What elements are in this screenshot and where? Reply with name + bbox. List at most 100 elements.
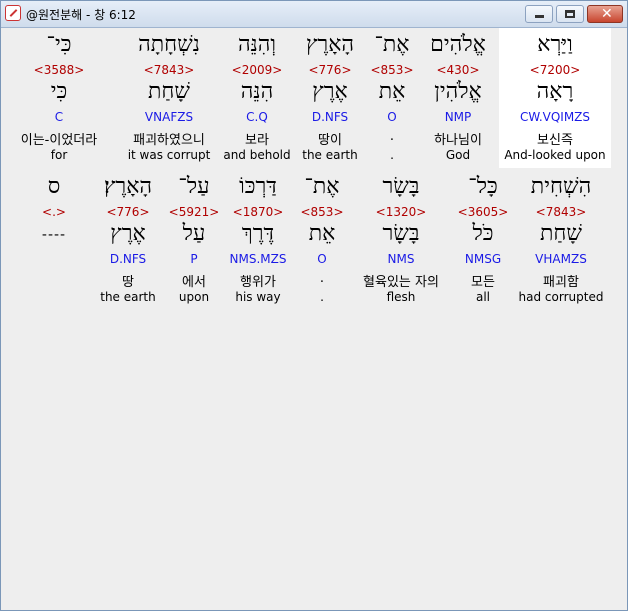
strong-number[interactable]: <430> — [419, 63, 497, 77]
english-gloss: the earth — [302, 148, 358, 162]
strong-number[interactable]: <2009> — [219, 63, 295, 77]
morphology-code: VHAMZS — [535, 252, 587, 266]
korean-gloss: . — [319, 271, 325, 286]
korean-gloss: 에서 — [182, 275, 206, 290]
word-column-highlighted[interactable]: וַיַּרְא <7200> רָאָה CW.VQIMZS 보신즉 And-… — [499, 28, 611, 168]
english-gloss: And-looked upon — [504, 148, 606, 162]
hebrew-word: ס — [47, 174, 61, 199]
strong-number[interactable]: <3588> — [5, 63, 113, 77]
window-title: @원전분해 - 창 6:12 — [26, 8, 136, 22]
hebrew-lemma: דֶּרֶךְ — [241, 221, 275, 246]
korean-gloss: . — [389, 129, 395, 144]
morphology-code: O — [387, 110, 397, 124]
hebrew-word: וַיַּרְא — [537, 32, 573, 57]
hebrew-lemma: בָּשָׂר — [382, 221, 420, 246]
hebrew-word: כִּי־ — [46, 32, 72, 57]
word-column[interactable]: הָאָרֶץ׃ <776> אֶרֶץ D.NFS 땅 the earth — [91, 170, 165, 310]
word-column[interactable]: כָּל־ <3605> כֹּל NMSG 모든 all — [453, 170, 513, 310]
word-column[interactable]: עַל־ <5921> עַל P 에서 upon — [167, 170, 221, 310]
morphology-code: CW.VQIMZS — [519, 110, 591, 124]
english-gloss: . — [320, 290, 324, 304]
hebrew-word: אֶת־ — [304, 174, 340, 199]
strong-number[interactable]: <3605> — [453, 205, 513, 219]
morphology-code: C.Q — [246, 110, 268, 124]
strong-number[interactable]: <1870> — [223, 205, 293, 219]
hebrew-word: בָּשָׂר — [382, 174, 420, 199]
korean-gloss: 혈육있는 자의 — [363, 275, 439, 290]
word-column[interactable]: וְהִנֵּה <2009> הִנֵּה C.Q 보라 and behold — [219, 28, 295, 168]
hebrew-word: אֶת־ — [374, 32, 410, 57]
word-column[interactable]: הָאָרֶץ <776> אֶרֶץ D.NFS 땅이 the earth — [297, 28, 363, 168]
minimize-button[interactable] — [525, 5, 553, 23]
morphology-code: NMS — [387, 252, 415, 266]
korean-gloss: 패괴함 — [543, 275, 579, 290]
strong-number[interactable]: <853> — [295, 205, 349, 219]
english-gloss: . — [390, 148, 394, 162]
analysis-panel: וַיַּרְא <7200> רָאָה CW.VQIMZS 보신즉 And-… — [5, 28, 621, 606]
korean-gloss: 패괴하였으니 — [133, 133, 205, 148]
morphology-code: D.NFS — [311, 110, 349, 124]
hebrew-word: דַּרְכּוֹ — [239, 174, 277, 199]
korean-gloss: 땅 — [122, 275, 134, 290]
hebrew-lemma: הִנֵּה — [240, 79, 274, 104]
hebrew-lemma: אֶרֶץ — [110, 221, 146, 246]
word-column[interactable]: נִשְׁחָתָה <7843> שָׁחַת VNAFZS 패괴하였으니 i… — [119, 28, 219, 168]
hebrew-word: הָאָרֶץ׃ — [103, 174, 153, 199]
hebrew-lemma: עַל — [182, 221, 206, 246]
close-button[interactable]: ✕ — [587, 5, 623, 23]
maximize-icon — [565, 10, 575, 18]
hebrew-lemma: אֶרֶץ — [312, 79, 348, 104]
maximize-button[interactable] — [556, 5, 584, 23]
strong-number[interactable]: <776> — [297, 63, 363, 77]
morphology-code: NMSG — [464, 252, 502, 266]
word-column[interactable]: בָּשָׂר <1320> בָּשָׂר NMS 혈육있는 자의 flesh — [351, 170, 451, 310]
word-column[interactable]: כִּי־ <3588> כִּי C 이는-이었더라 for — [5, 28, 113, 168]
app-window: @원전분해 - 창 6:12 ✕ וַיַּרְא <7200> רָאָה C… — [0, 0, 628, 611]
strong-number[interactable]: <853> — [365, 63, 419, 77]
strong-number[interactable]: <5921> — [167, 205, 221, 219]
word-column[interactable]: דַּרְכּוֹ <1870> דֶּרֶךְ NMS.MZS 행위가 his… — [223, 170, 293, 310]
hebrew-word: כָּל־ — [468, 174, 498, 199]
hebrew-word: נִשְׁחָתָה — [138, 32, 200, 57]
word-column[interactable]: אֶת־ <853> אֵת O . . — [295, 170, 349, 310]
hebrew-lemma: רָאָה — [536, 79, 574, 104]
korean-gloss: 하나님이 — [434, 133, 482, 148]
korean-gloss: 모든 — [471, 275, 495, 290]
word-column[interactable]: ס <.> ---- — [29, 170, 79, 310]
word-column[interactable]: הִשְׁחִית <7843> שָׁחַת VHAMZS 패괴함 had c… — [513, 170, 609, 310]
english-gloss: it was corrupt — [127, 148, 211, 162]
morphology-code: NMP — [444, 110, 472, 124]
word-column[interactable]: אֶת־ <853> אֵת O . . — [365, 28, 419, 168]
english-gloss: upon — [178, 290, 210, 304]
korean-gloss: 행위가 — [240, 275, 276, 290]
english-gloss: for — [50, 148, 68, 162]
english-gloss: God — [445, 148, 471, 162]
korean-gloss: 보신즉 — [537, 133, 573, 148]
hebrew-word: אֱלֹהִים — [430, 32, 486, 57]
strong-number[interactable]: <7843> — [119, 63, 219, 77]
korean-gloss: 땅이 — [318, 133, 342, 148]
strong-number[interactable]: <7200> — [499, 63, 611, 77]
english-gloss: flesh — [386, 290, 416, 304]
hebrew-lemma: שָׁחַת — [147, 79, 190, 104]
hebrew-lemma: אֱלֹהִין — [434, 79, 482, 104]
hebrew-lemma: כִּי — [50, 79, 68, 104]
hebrew-lemma: אֵת — [308, 221, 336, 246]
english-gloss: had corrupted — [518, 290, 604, 304]
morphology-code: O — [317, 252, 327, 266]
english-gloss: the earth — [100, 290, 156, 304]
strong-number[interactable]: <776> — [91, 205, 165, 219]
hebrew-lemma: שָׁחַת — [539, 221, 582, 246]
title-bar[interactable]: @원전분해 - 창 6:12 ✕ — [1, 1, 627, 28]
strong-number[interactable]: <7843> — [513, 205, 609, 219]
hebrew-word: עַל־ — [178, 174, 210, 199]
hebrew-word: הָאָרֶץ — [305, 32, 355, 57]
morphology-code: NMS.MZS — [229, 252, 287, 266]
word-column[interactable]: אֱלֹהִים <430> אֱלֹהִין NMP 하나님이 God — [419, 28, 497, 168]
english-gloss: all — [475, 290, 491, 304]
empty-lemma-placeholder: ---- — [41, 227, 67, 243]
strong-number[interactable]: <.> — [29, 205, 79, 219]
strong-number[interactable]: <1320> — [351, 205, 451, 219]
hebrew-lemma: אֵת — [378, 79, 406, 104]
morphology-code: D.NFS — [109, 252, 147, 266]
